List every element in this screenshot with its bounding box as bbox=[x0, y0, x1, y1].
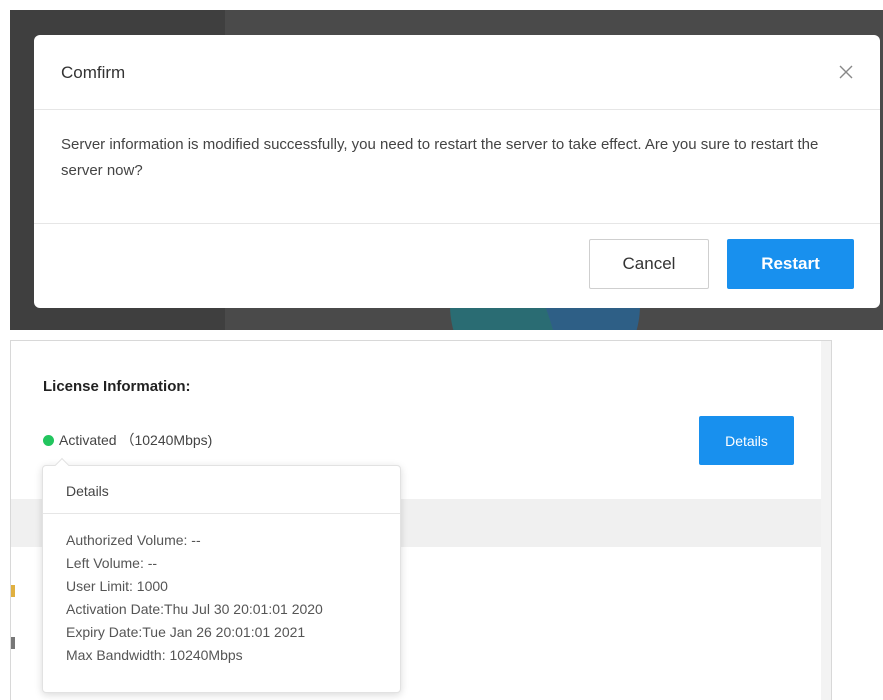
list-item: User Limit: 1000 bbox=[66, 578, 168, 594]
partial-status-marker bbox=[11, 637, 15, 649]
panel-edge bbox=[821, 341, 831, 700]
details-button[interactable]: Details bbox=[699, 416, 794, 465]
popover-details-list: Authorized Volume: -- Left Volume: -- Us… bbox=[43, 514, 400, 667]
license-status[interactable]: Activated （10240Mbps) bbox=[43, 430, 212, 450]
license-details-popover: Details Authorized Volume: -- Left Volum… bbox=[42, 457, 401, 693]
popover-title: Details bbox=[43, 466, 400, 514]
partial-status-marker bbox=[11, 585, 15, 597]
license-panel: License Information: Activated （10240Mbp… bbox=[10, 340, 832, 700]
restart-button[interactable]: Restart bbox=[727, 239, 854, 289]
status-dot-icon bbox=[43, 434, 54, 446]
dialog-message: Server information is modified successfu… bbox=[34, 110, 880, 224]
list-item: Left Volume: -- bbox=[66, 555, 158, 571]
list-item: Max Bandwidth: 10240Mbps bbox=[66, 647, 243, 663]
list-item: Authorized Volume: -- bbox=[66, 532, 201, 548]
dialog-header: Comfirm bbox=[34, 35, 880, 110]
dialog-footer: Cancel Restart bbox=[34, 224, 880, 308]
license-section-title: License Information: bbox=[43, 378, 191, 395]
modal-overlay-screenshot: Comfirm Server information is modified s… bbox=[10, 10, 883, 330]
cancel-button[interactable]: Cancel bbox=[589, 239, 709, 289]
dialog-title: Comfirm bbox=[61, 63, 126, 82]
close-icon bbox=[839, 65, 853, 79]
confirm-dialog: Comfirm Server information is modified s… bbox=[34, 35, 880, 308]
license-status-text: Activated （10240Mbps) bbox=[59, 432, 213, 448]
close-button[interactable] bbox=[832, 58, 860, 86]
list-item: Activation Date:Thu Jul 30 20:01:01 2020 bbox=[66, 601, 323, 617]
list-item: Expiry Date:Tue Jan 26 20:01:01 2021 bbox=[66, 624, 306, 640]
